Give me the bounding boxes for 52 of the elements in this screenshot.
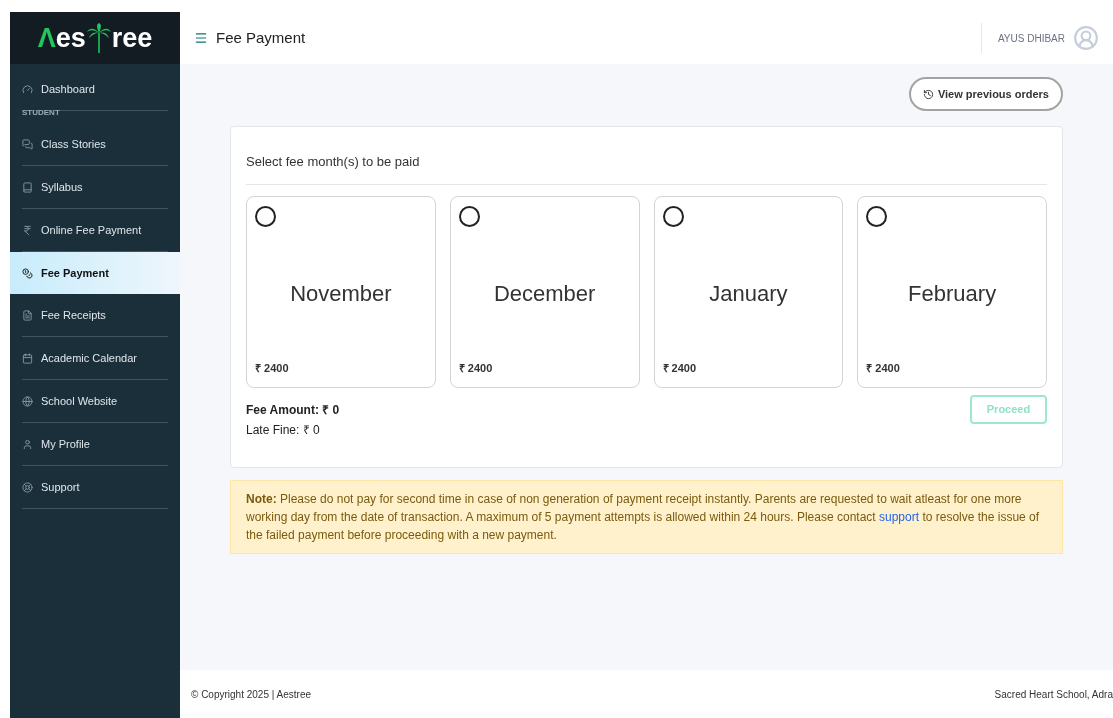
school-name: Sacred Heart School, Adra — [994, 687, 1113, 702]
sidebar-item[interactable]: Fee Payment — [10, 252, 180, 294]
user-name: AYUS DHIBAR — [997, 31, 1065, 46]
month-name: January — [709, 279, 788, 308]
fee-amount: Fee Amount: ₹ 0 — [246, 401, 340, 419]
gauge-icon — [22, 83, 33, 95]
coins-icon — [22, 267, 33, 279]
month-card[interactable]: November ₹ 2400 — [246, 195, 436, 388]
month-radio[interactable] — [458, 205, 480, 227]
late-fine: Late Fine: ₹ 0 — [246, 421, 321, 439]
sidebar-item[interactable]: Dashboard — [22, 68, 168, 110]
sidebar-item[interactable]: My Profile — [22, 423, 168, 465]
sidebar-section-heading: STUDENT — [21, 107, 61, 119]
month-name: December — [493, 279, 596, 308]
month-amount: ₹ 2400 — [662, 361, 698, 376]
sidebar-item[interactable]: Support — [22, 466, 168, 508]
logo-text: Λes — [37, 21, 86, 55]
sidebar-item[interactable]: Academic Calendar — [22, 337, 168, 379]
month-card[interactable]: February ₹ 2400 — [857, 195, 1047, 388]
globe-icon — [22, 395, 33, 407]
month-card[interactable]: December ₹ 2400 — [449, 195, 640, 388]
menu-icon[interactable] — [194, 31, 208, 45]
logo-text: ree — [111, 21, 153, 55]
month-name: February — [908, 279, 997, 308]
page-title: Fee Payment — [216, 27, 306, 48]
month-amount: ₹ 2400 — [458, 361, 494, 376]
support-link[interactable]: support — [879, 509, 920, 524]
palm-tree-icon — [85, 23, 112, 53]
month-radio[interactable] — [255, 205, 276, 227]
month-name: November — [290, 279, 392, 308]
sidebar-item[interactable]: Syllabus — [22, 166, 168, 208]
month-amount: ₹ 2400 — [866, 361, 901, 376]
rupee-icon — [22, 224, 33, 236]
sidebar-item[interactable]: Online Fee Payment — [22, 209, 168, 251]
month-card[interactable]: January ₹ 2400 — [653, 195, 844, 388]
view-orders-button[interactable]: View previous orders — [908, 77, 1063, 111]
section-heading: Select fee month(s) to be paid — [246, 152, 1047, 185]
history-icon — [922, 88, 934, 100]
lifebuoy-icon — [22, 481, 33, 493]
month-amount: ₹ 2400 — [255, 361, 290, 376]
user-icon — [22, 438, 33, 450]
copyright-text: © Copyright 2025 | Aestree — [191, 687, 312, 702]
file-icon — [22, 309, 33, 321]
month-radio[interactable] — [866, 205, 888, 227]
chat-icon — [22, 138, 33, 150]
note-text: Note: Please do not pay for second time in case of non generation of payment receipt instantly. Parents are requested to wait atleast for one more working day from the date of transaction. A maximum of 5 payment attempts is allowed within 24 hours. Please contact support to resolve the issue of the failed payment before proceeding with a new payment. — [246, 490, 1041, 544]
calendar-icon — [22, 352, 33, 364]
sidebar-item[interactable]: Fee Receipts — [22, 294, 168, 336]
sidebar-item[interactable]: Class Stories — [22, 123, 168, 165]
month-radio[interactable] — [662, 205, 684, 227]
book-icon — [22, 181, 33, 193]
sidebar-item[interactable]: School Website — [22, 380, 168, 422]
